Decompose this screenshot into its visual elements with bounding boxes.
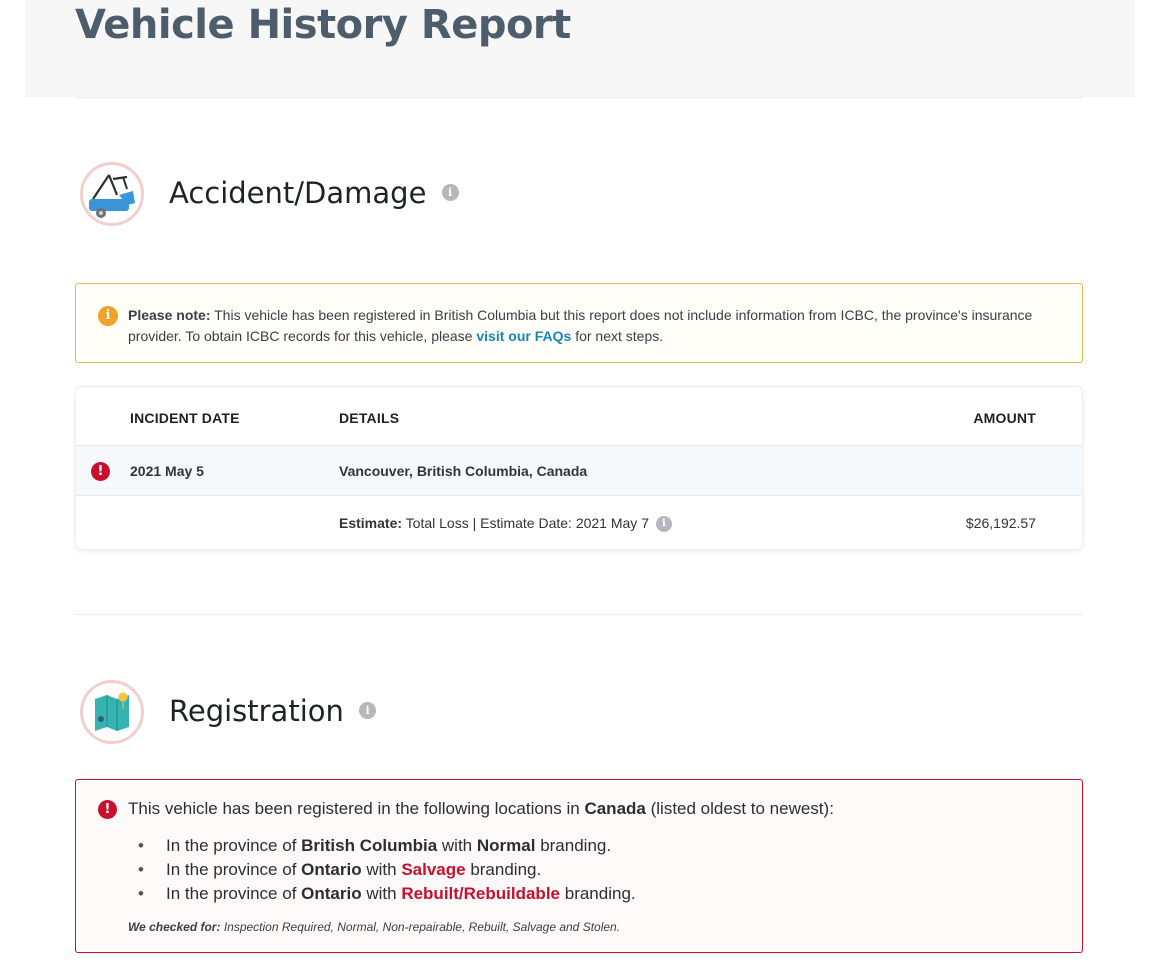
intro-country: Canada [584,799,646,818]
item-with: with [366,860,397,879]
estimate-label: Estimate: [339,515,403,531]
incident-location: Vancouver, British Columbia, Canada [339,463,588,479]
column-header-incident-date: INCIDENT DATE [130,410,240,426]
alert-icon: ! [91,462,110,481]
tow-truck-icon [80,162,144,226]
item-prefix: In the province of [166,836,297,855]
item-prefix: In the province of [166,884,297,903]
alert-icon: ! [98,800,117,819]
bullet: • [138,860,144,879]
registration-title-text: Registration [169,694,344,728]
list-item: • In the province of British Columbia wit… [138,834,636,858]
item-province: Ontario [301,884,362,903]
incident-table: INCIDENT DATE DETAILS AMOUNT ! 2021 May … [75,386,1083,550]
page-title: Vehicle History Report [75,2,571,48]
note-tail: for next steps. [575,328,664,344]
column-header-amount: AMOUNT [973,410,1036,426]
registration-list: • In the province of British Columbia wit… [138,834,636,906]
item-suffix: branding. [564,884,636,903]
item-prefix: In the province of [166,860,297,879]
checked-label: We checked for: [128,920,221,934]
intro-suffix: (listed oldest to newest): [650,799,834,818]
map-icon [80,680,144,744]
info-icon[interactable]: i [441,183,459,201]
section-title-accident: Accident/Damage i [169,176,459,210]
accident-title-text: Accident/Damage [169,176,427,210]
item-province: Ontario [301,860,362,879]
item-with: with [366,884,397,903]
column-header-details: DETAILS [339,410,400,426]
estimate-details: Estimate: Total Loss | Estimate Date: 20… [339,515,672,533]
table-row: ! 2021 May 5 Vancouver, British Columbia… [76,445,1082,496]
item-with: with [441,836,473,855]
list-item: • In the province of Ontario with Salvage… [138,858,636,882]
section-divider [75,614,1083,615]
bullet: • [138,884,144,903]
item-brand: Rebuilt/Rebuildable [401,884,560,903]
intro-text: This vehicle has been registered in the … [128,799,580,818]
faq-link[interactable]: visit our FAQs [476,328,571,344]
list-item: • In the province of Ontario with Rebuilt… [138,882,636,906]
checked-for-note: We checked for: Inspection Required, Nor… [128,920,620,934]
registration-alert-box: ! This vehicle has been registered in th… [75,779,1083,953]
item-suffix: branding. [540,836,612,855]
incident-date: 2021 May 5 [130,463,204,479]
note-callout: i Please note: This vehicle has been reg… [75,283,1083,363]
note-label: Please note: [128,307,211,323]
section-title-registration: Registration i [169,694,377,728]
registration-intro: This vehicle has been registered in the … [128,799,834,819]
item-suffix: branding. [470,860,542,879]
estimate-text: Total Loss | Estimate Date: 2021 May 7 [405,515,649,531]
item-brand: Salvage [401,860,466,879]
item-province: British Columbia [301,836,438,855]
checked-list: Inspection Required, Normal, Non-repaira… [223,920,621,934]
info-icon[interactable]: i [359,701,377,719]
note-text: Please note: This vehicle has been regis… [128,305,1058,347]
header-divider [75,97,1083,98]
bullet: • [138,836,144,855]
info-icon[interactable]: i [655,516,672,533]
info-warning-icon: i [98,306,118,326]
item-brand: Normal [476,836,536,855]
estimate-amount: $26,192.57 [965,515,1036,531]
